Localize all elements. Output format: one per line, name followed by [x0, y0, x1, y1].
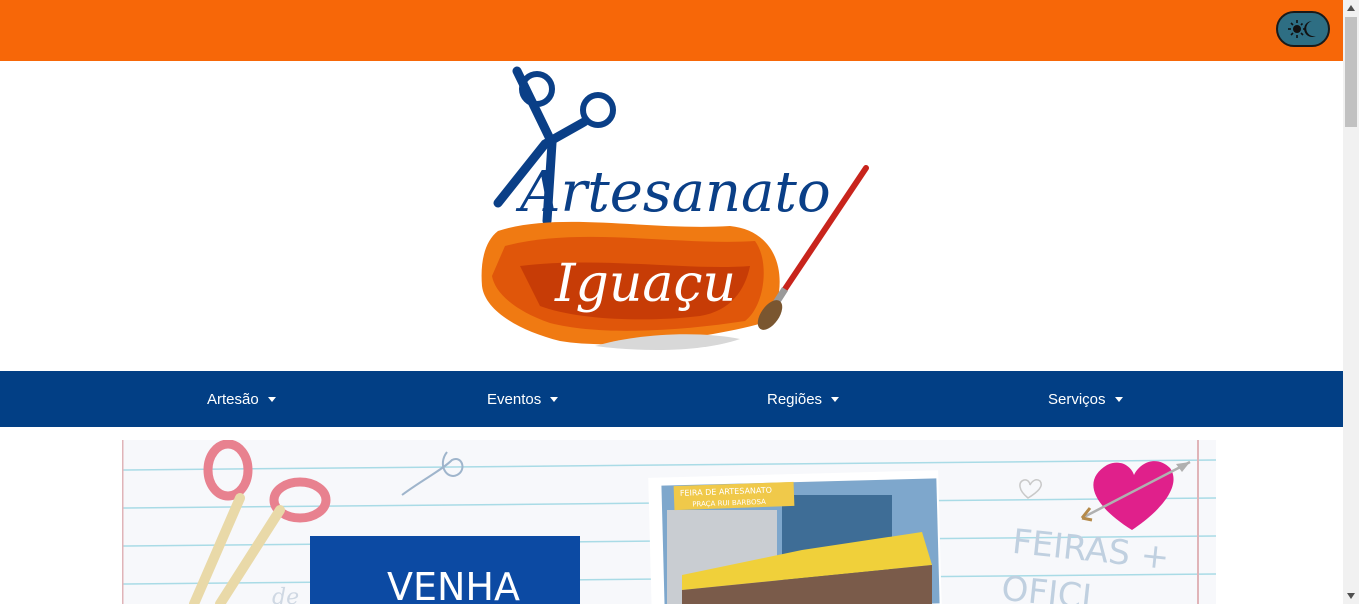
caret-down-icon [831, 396, 840, 402]
main-navbar: Artesão Eventos Regiões Serviços [0, 371, 1343, 427]
logo-text-artesanato: Artesanato [515, 160, 831, 225]
scroll-down-button[interactable] [1343, 588, 1359, 604]
hero-banner[interactable]: VENHA FEIRA DE ARTESANATO PRAÇA RUI BARB… [122, 440, 1216, 604]
page: Artesanato Iguaçu Artesão Eventos Regiõe… [0, 0, 1343, 604]
nav-item-label: Serviços [1048, 390, 1106, 408]
site-logo[interactable]: Artesanato Iguaçu [0, 61, 1343, 371]
banner-cursive-decoration: de [272, 585, 299, 604]
banner-photo-card: FEIRA DE ARTESANATO PRAÇA RUI BARBOSA [648, 470, 942, 604]
banner-side-text-line2: OFICI [1000, 569, 1094, 604]
banner-side-text-line1: FEIRAS + [1010, 522, 1171, 578]
nav-artesao-dropdown[interactable]: Artesão [207, 391, 276, 408]
caret-down-icon [267, 396, 276, 402]
nav-regioes-dropdown[interactable]: Regiões [767, 390, 840, 408]
logo-area: Artesanato Iguaçu [0, 61, 1343, 371]
banner-headline: VENHA [387, 565, 520, 604]
nav-eventos-dropdown[interactable]: Eventos [487, 390, 559, 408]
banner-artwork: VENHA FEIRA DE ARTESANATO PRAÇA RUI BARB… [122, 440, 1216, 604]
logo-text-iguacu: Iguaçu [554, 254, 736, 314]
caret-down-icon [1114, 396, 1123, 402]
nav-item-label: Eventos [487, 390, 542, 408]
scrollbar-thumb[interactable] [1345, 17, 1357, 127]
scroll-up-button[interactable] [1343, 0, 1359, 16]
vertical-scrollbar[interactable] [1343, 0, 1359, 604]
nav-item-label: Regiões [767, 390, 823, 408]
top-bar [0, 0, 1343, 61]
caret-down-icon [550, 396, 559, 402]
sun-moon-icon [1288, 20, 1316, 38]
nav-servicos-dropdown[interactable]: Serviços [1048, 391, 1123, 408]
nav-item-label: Artesão [207, 390, 259, 408]
arrow-down-icon [1347, 593, 1355, 599]
heart-arrow-icon [1080, 460, 1191, 530]
theme-toggle-button[interactable] [1276, 11, 1330, 47]
arrow-up-icon [1347, 5, 1355, 11]
